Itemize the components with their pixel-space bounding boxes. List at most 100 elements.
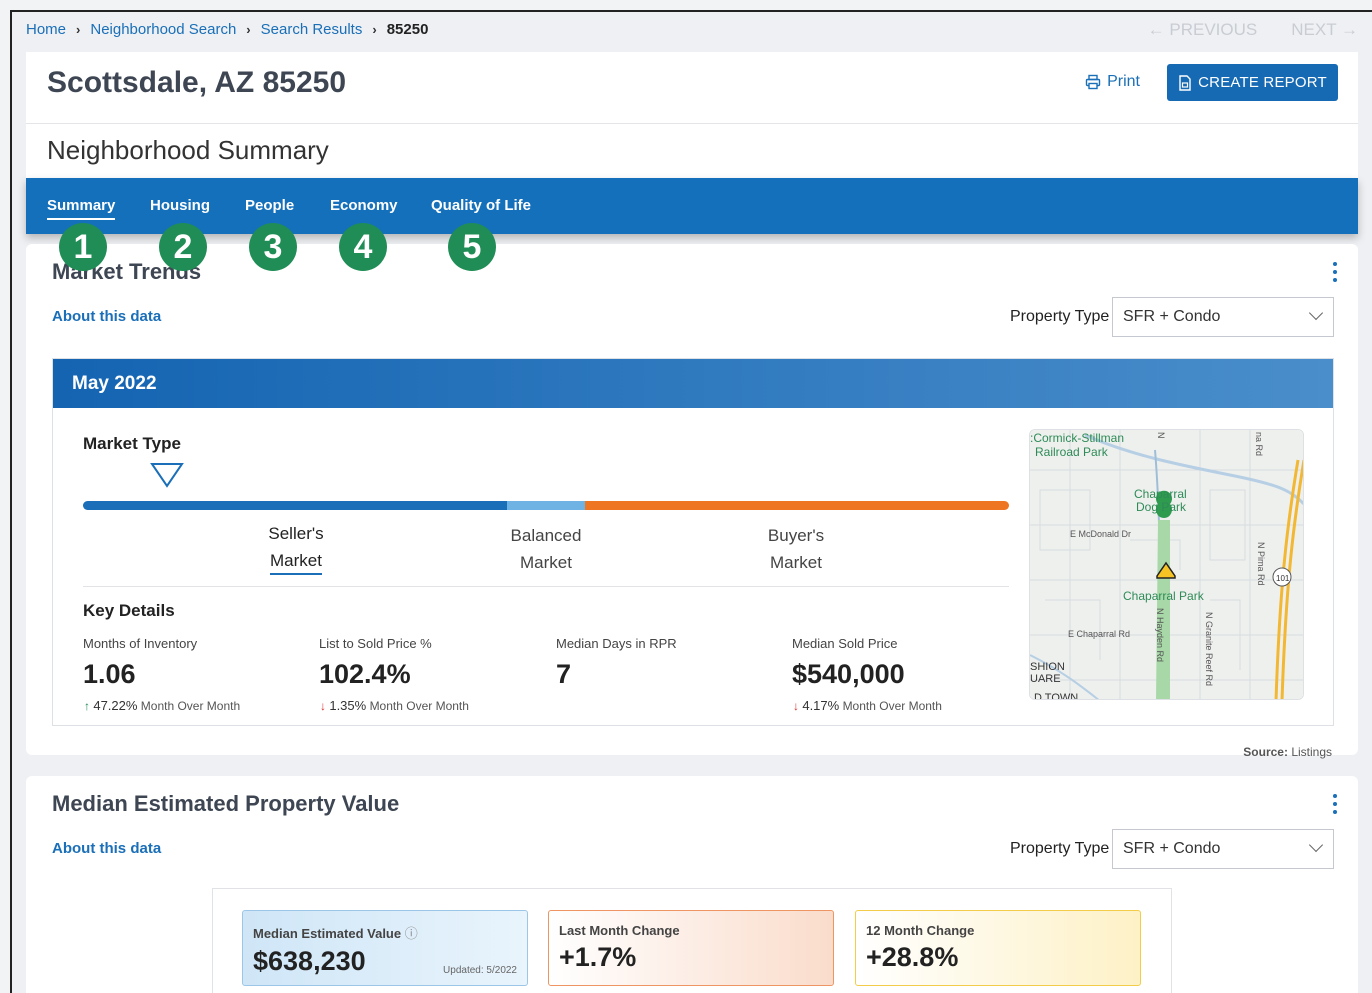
detail-value: 7	[556, 659, 572, 689]
printer-icon	[1085, 74, 1101, 90]
map-label: D TOWN	[1034, 692, 1078, 700]
map-label: UARE	[1030, 673, 1061, 685]
property-type-select[interactable]: SFR + Condo	[1112, 297, 1334, 337]
detail-change: ↑ 47.22% Month Over Month	[84, 698, 241, 713]
detail-label: Median Sold Price	[792, 636, 898, 651]
property-type-label: Property Type	[1010, 840, 1110, 857]
map-label: N Hayden Rd	[1155, 608, 1165, 662]
property-type-value: SFR + Condo	[1123, 840, 1221, 857]
tab-quality-of-life[interactable]: Quality of Life	[431, 197, 531, 214]
chevron-down-icon	[1308, 305, 1324, 321]
buyer-segment	[585, 501, 1009, 510]
property-type-value: SFR + Condo	[1123, 308, 1221, 325]
map-label: N Granite Reef Rd	[1204, 612, 1214, 686]
seller-segment	[83, 501, 507, 510]
create-report-label: CREATE REPORT	[1198, 74, 1327, 91]
balanced-segment	[507, 501, 585, 510]
more-options-icon[interactable]	[1333, 794, 1339, 814]
page-title: Scottsdale, AZ 85250	[47, 66, 347, 99]
previous-button[interactable]: ← PREVIOUS	[1148, 20, 1258, 40]
value-card-label: Last Month Change	[559, 923, 680, 938]
step-badge-2: 2	[159, 223, 207, 271]
arrow-down-icon: ↓	[320, 699, 326, 713]
print-label: Print	[1107, 73, 1140, 90]
map-label: E Chaparral Rd	[1068, 629, 1130, 639]
detail-label: List to Sold Price %	[319, 636, 432, 651]
market-period: May 2022	[53, 359, 1333, 408]
map-label: Chaparral Park	[1123, 589, 1205, 603]
value-card-value: +1.7%	[559, 942, 637, 972]
key-details-label: Key Details	[83, 601, 175, 620]
page-subtitle: Neighborhood Summary	[47, 135, 329, 165]
app-frame: Home › Neighborhood Search › Search Resu…	[10, 10, 1372, 993]
next-button[interactable]: NEXT →	[1291, 20, 1358, 40]
property-type-select[interactable]: SFR + Condo	[1112, 829, 1334, 869]
breadcrumb-search-results[interactable]: Search Results	[261, 21, 363, 38]
detail-value: $540,000	[792, 659, 905, 689]
step-badge-4: 4	[339, 223, 387, 271]
last-month-change-card: Last Month Change +1.7%	[548, 910, 834, 986]
source-note: Source: Listings	[1243, 745, 1332, 759]
map-label: N	[1156, 432, 1166, 439]
divider	[83, 586, 1009, 587]
map-label: Chaparral	[1134, 487, 1187, 501]
market-type-bar	[83, 501, 1009, 510]
print-button[interactable]: Print	[1085, 73, 1140, 91]
chevron-down-icon	[1308, 837, 1324, 853]
chevron-right-icon: ›	[372, 22, 377, 37]
tab-bar: Summary Housing People Economy Quality o…	[26, 178, 1358, 234]
value-card-label: 12 Month Change	[866, 923, 975, 938]
detail-change: ↓ 4.17% Month Over Month	[793, 698, 942, 713]
more-options-icon[interactable]	[1333, 262, 1339, 282]
step-badge-5: 5	[448, 223, 496, 271]
tab-summary[interactable]: Summary	[47, 197, 116, 220]
step-badge-3: 3	[249, 223, 297, 271]
tab-people[interactable]: People	[245, 197, 294, 214]
detail-value: 1.06	[83, 659, 136, 689]
tab-economy[interactable]: Economy	[330, 197, 398, 214]
tab-housing[interactable]: Housing	[150, 197, 210, 214]
buyer-market-label: Buyer's Market	[767, 526, 825, 572]
chevron-right-icon: ›	[246, 22, 251, 37]
create-report-button[interactable]: CREATE REPORT	[1167, 64, 1338, 101]
neighborhood-map[interactable]: :Cormick-Stillman Railroad Park Chaparra…	[1029, 429, 1304, 700]
value-card-label: Median Estimated Value ⓘ	[253, 926, 418, 941]
about-data-link[interactable]: About this data	[52, 840, 161, 857]
map-label: Railroad Park	[1035, 445, 1109, 459]
chevron-right-icon: ›	[76, 22, 81, 37]
balanced-market-label: Balanced Market	[510, 526, 582, 572]
map-label: :Cormick-Stillman	[1030, 431, 1124, 445]
value-card-value: +28.8%	[866, 942, 959, 972]
map-label: N Pima Rd	[1256, 542, 1266, 586]
breadcrumb-neighborhood-search[interactable]: Neighborhood Search	[90, 21, 236, 38]
about-data-link[interactable]: About this data	[52, 308, 161, 325]
twelve-month-change-card: 12 Month Change +28.8%	[855, 910, 1141, 986]
median-value-title: Median Estimated Property Value	[52, 791, 400, 816]
map-label: Dog Park	[1136, 500, 1187, 514]
map-label: E McDonald Dr	[1070, 529, 1131, 539]
page-header: Scottsdale, AZ 85250 Print CREATE REPORT	[26, 52, 1358, 124]
seller-market-label: Seller's Market	[233, 520, 359, 575]
breadcrumb: Home › Neighborhood Search › Search Resu…	[26, 21, 428, 38]
arrow-up-icon: ↑	[84, 699, 90, 713]
pager: ← PREVIOUS NEXT →	[1148, 20, 1358, 40]
subtitle-bar: Neighborhood Summary	[26, 124, 1358, 178]
info-icon[interactable]: ⓘ	[405, 926, 418, 941]
breadcrumb-home[interactable]: Home	[26, 21, 66, 38]
market-panel: May 2022 Market Type Seller's Market Bal…	[52, 358, 1334, 726]
step-badge-1: 1	[59, 223, 107, 271]
market-indicator-icon	[150, 463, 184, 488]
detail-label: Months of Inventory	[83, 636, 198, 651]
arrow-down-icon: ↓	[793, 699, 799, 713]
breadcrumb-current: 85250	[386, 21, 429, 38]
detail-label: Median Days in RPR	[556, 636, 677, 651]
map-label: na Rd	[1254, 432, 1264, 456]
document-icon	[1179, 74, 1191, 91]
map-label: SHION	[1030, 661, 1065, 673]
detail-value: 102.4%	[319, 659, 411, 689]
detail-change: ↓ 1.35% Month Over Month	[320, 698, 469, 713]
map-label: 101	[1276, 574, 1290, 583]
market-type-label: Market Type	[83, 434, 181, 453]
median-estimated-value-card: Median Estimated Value ⓘ $638,230 Update…	[242, 910, 528, 986]
property-type-label: Property Type	[1010, 308, 1110, 325]
